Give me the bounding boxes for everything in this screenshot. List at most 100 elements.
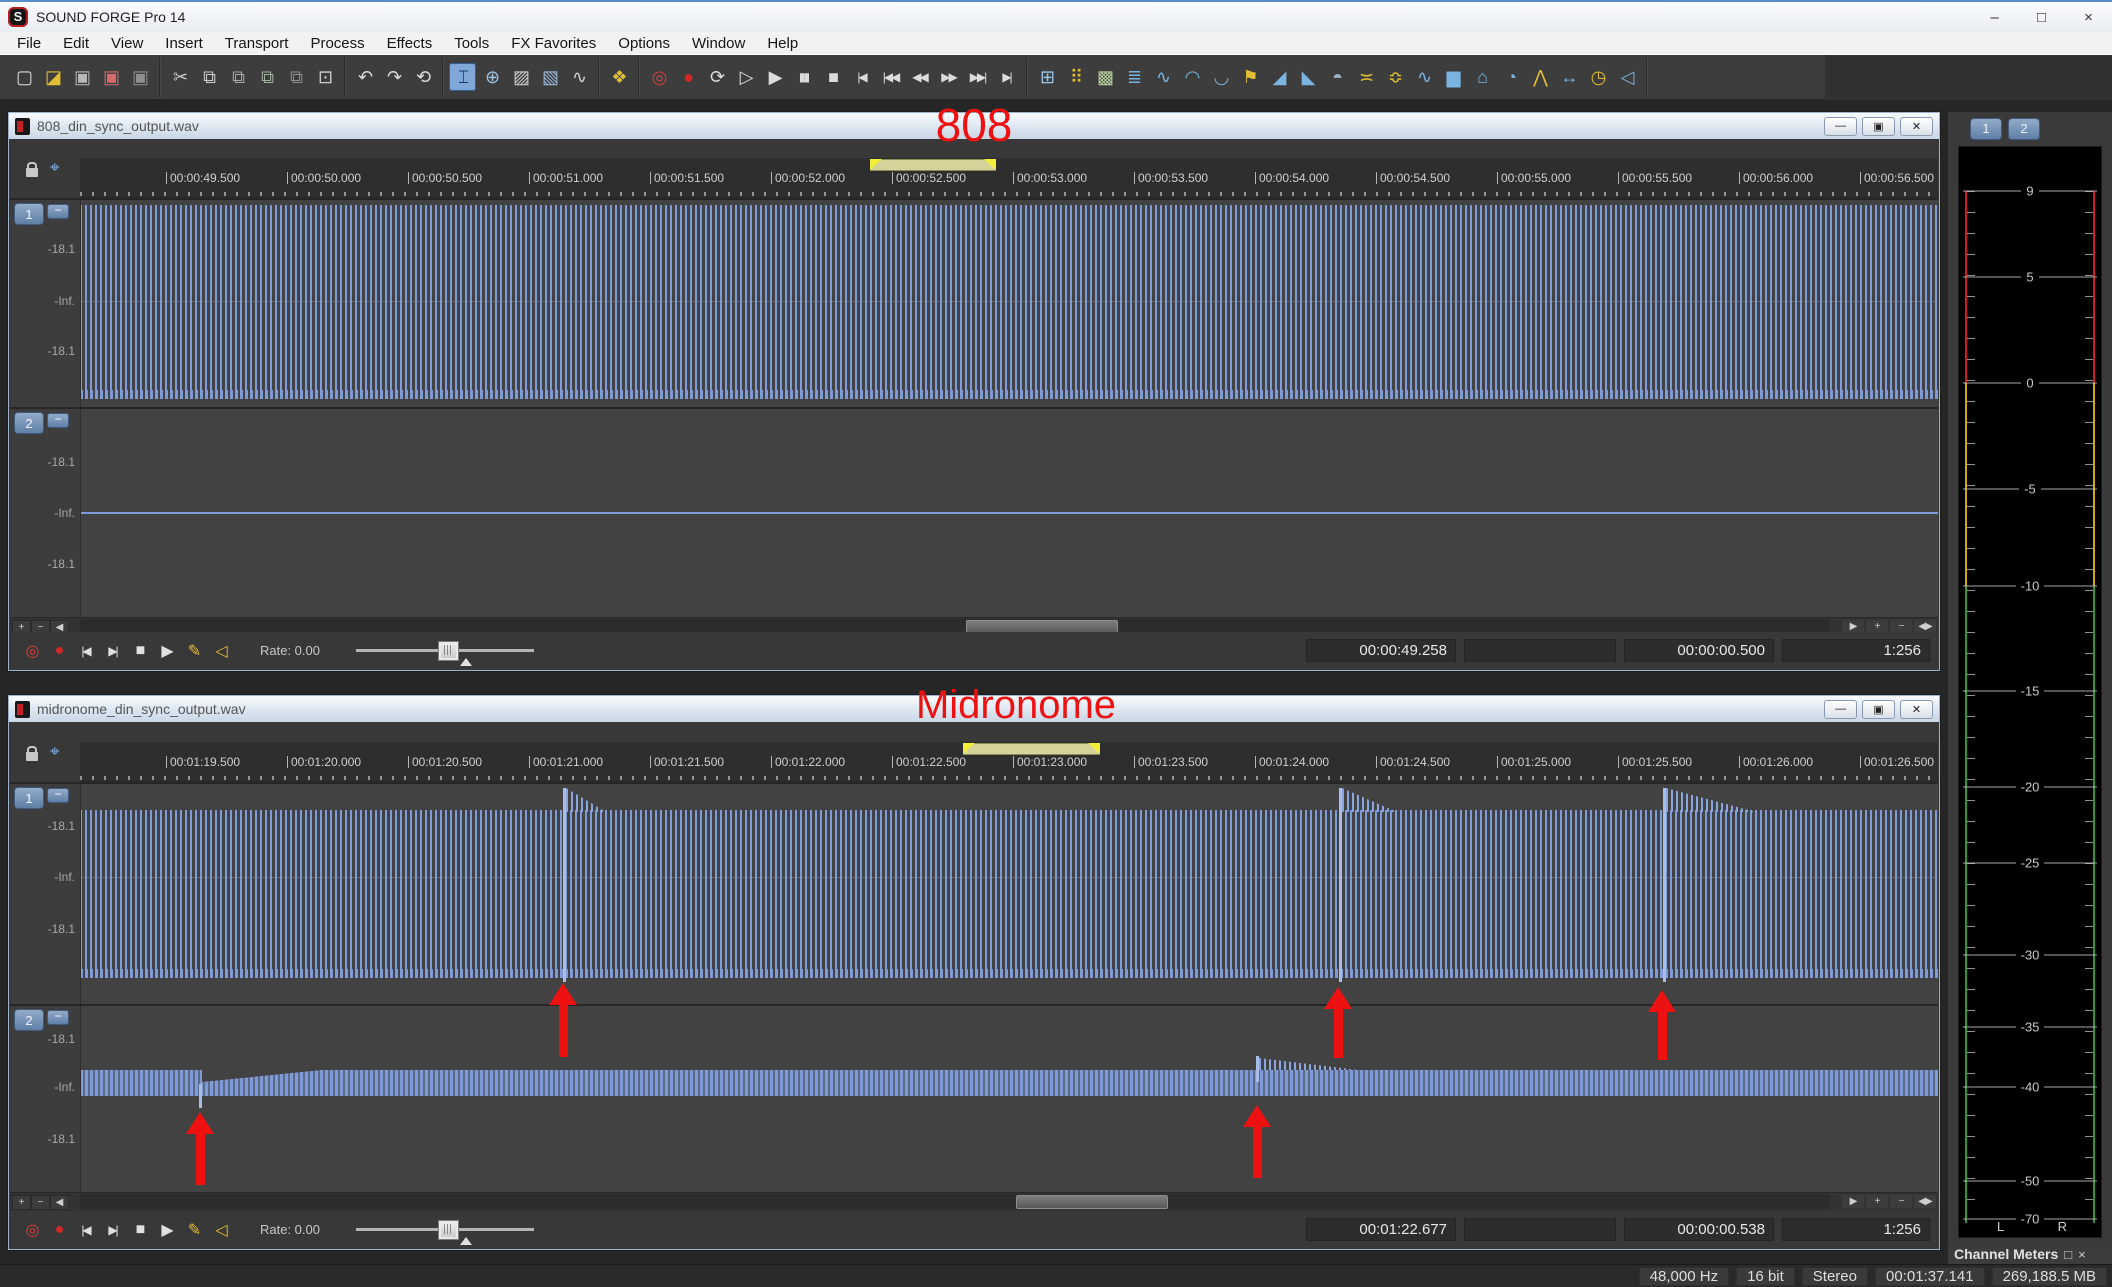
doc1-selection-bar[interactable] [870,159,996,171]
menu-help[interactable]: Help [756,35,809,52]
flag-icon[interactable]: ⚑ [1236,63,1263,91]
doc-audio-event-icon[interactable]: ◁ [207,638,234,663]
cursor-position-field[interactable]: 00:00:49.258 [1306,639,1456,662]
selection-start-field[interactable] [1464,639,1616,662]
open-file-icon[interactable]: ◪ [39,63,66,91]
hzoom-fit-button[interactable]: ◀▶ [1914,1195,1936,1208]
magnify-tool-icon[interactable]: ⊕ [478,63,505,91]
track-collapse-button[interactable]: − [47,788,69,803]
menu-transport[interactable]: Transport [214,35,300,52]
doc-minimize-button[interactable]: — [1824,117,1857,136]
envelope-icon[interactable]: ∿ [1410,63,1437,91]
doc2-time-ruler[interactable]: 00:01:19.50000:01:20.00000:01:20.50000:0… [80,742,1938,782]
scroll-left-button[interactable]: ◀ [50,1195,69,1210]
doc-go-to-end-icon[interactable]: ▶| [99,1217,126,1242]
acoustic-mirror-icon[interactable]: ⌂ [1468,63,1495,91]
compress-icon[interactable]: ≍ [1352,63,1379,91]
envelope-tool-icon[interactable]: ∿ [565,63,592,91]
doc-record-remote-icon[interactable]: ◎ [18,1217,45,1242]
doc-stop-icon[interactable]: ■ [126,1217,153,1242]
graphic-eq-icon[interactable]: ▆ [1439,63,1466,91]
normalize-icon[interactable]: ◓ [1323,63,1350,91]
volume-icon[interactable]: ◁ [1613,63,1640,91]
rate-slider-handle[interactable] [438,1220,459,1240]
doc-restore-button[interactable]: ▣ [1862,117,1895,136]
track-number-button[interactable]: 1 [14,787,44,809]
lock-icon[interactable] [26,752,38,761]
close-panel-icon[interactable]: × [2078,1247,2086,1262]
fade-out-icon[interactable]: ◣ [1294,63,1321,91]
stop-icon[interactable]: ■ [819,63,846,91]
doc-record-remote-icon[interactable]: ◎ [18,638,45,663]
selection-tool-icon[interactable]: ▧ [536,63,563,91]
rewind-icon[interactable]: ◀◀ [906,63,933,91]
forward-icon[interactable]: ▶▶ [935,63,962,91]
track-collapse-button[interactable]: − [47,1010,69,1025]
spectrum-graph-icon[interactable]: ◠ [1178,63,1205,91]
menu-view[interactable]: View [100,35,154,52]
event-tool-icon[interactable]: ▨ [507,63,534,91]
scroll-right-button[interactable]: ▶ [1842,1195,1864,1208]
marker-region-icon[interactable]: ⊞ [1033,63,1060,91]
paste-special-icon[interactable]: ⧉ [282,63,309,91]
doc2-scrollbar[interactable]: + − ◀ ▶ + − ◀▶ [10,1192,1938,1211]
forward-all-icon[interactable]: ▶▶| [964,63,991,91]
doc1-track2-waveform[interactable] [80,409,1938,617]
doc-go-to-start-icon[interactable]: |◀ [72,638,99,663]
marker-edit-icon[interactable]: ⌖ [50,158,60,178]
app-maximize-button[interactable]: □ [2018,2,2065,32]
menu-fx-favorites[interactable]: FX Favorites [500,35,607,52]
menu-options[interactable]: Options [607,35,681,52]
chorus-icon[interactable]: ⠿ [1062,63,1089,91]
trim-crop-icon[interactable]: ⊡ [311,63,338,91]
rate-slider[interactable] [356,1228,534,1231]
zoom-ratio-field[interactable]: 1:256 [1782,639,1930,662]
selection-length-field[interactable]: 00:00:00.500 [1624,639,1774,662]
meter-tab-2[interactable]: 2 [2008,118,2040,140]
doc-audio-event-icon[interactable]: ◁ [207,1217,234,1242]
paste-icon[interactable]: ⧉ [224,63,251,91]
track-number-button[interactable]: 1 [14,203,44,225]
go-to-start-icon[interactable]: |◀ [848,63,875,91]
scrollbar-thumb[interactable] [1016,1195,1168,1209]
rate-slider-handle[interactable] [438,641,459,661]
scrollbar-track[interactable] [80,1194,1830,1209]
plot-icon[interactable]: ◡ [1207,63,1234,91]
menu-window[interactable]: Window [681,35,756,52]
cursor-position-field[interactable]: 00:01:22.677 [1306,1218,1456,1241]
play-icon[interactable]: ▶ [761,63,788,91]
doc2-selection-bar[interactable] [963,743,1100,755]
pitch-shift-icon[interactable]: ⋀ [1526,63,1553,91]
copy-icon[interactable]: ⧉ [195,63,222,91]
menu-edit[interactable]: Edit [52,35,100,52]
snap-tool-icon[interactable]: ❖ [605,63,632,91]
doc-close-button[interactable]: ✕ [1900,700,1933,719]
menu-tools[interactable]: Tools [443,35,500,52]
dock-icon[interactable]: □ [2064,1247,2072,1262]
hzoom-out-button[interactable]: − [1890,1195,1912,1208]
doc-record-icon[interactable]: ● [45,638,72,663]
doc-restore-button[interactable]: ▣ [1862,700,1895,719]
fade-in-icon[interactable]: ◢ [1265,63,1292,91]
doc-go-to-start-icon[interactable]: |◀ [72,1217,99,1242]
record-icon[interactable]: ● [674,63,701,91]
pan-icon[interactable]: ↔ [1555,63,1582,91]
elastic-time-icon[interactable]: ◷ [1584,63,1611,91]
undo-icon[interactable]: ↶ [351,63,378,91]
track-collapse-button[interactable]: − [47,413,69,428]
paste-mix-icon[interactable]: ⧉ [253,63,280,91]
redo-icon[interactable]: ↷ [380,63,407,91]
channel-meters-header[interactable]: Channel Meters □ × [1948,1244,2112,1264]
doc-close-button[interactable]: ✕ [1900,117,1933,136]
zoom-in-button[interactable]: + [12,1195,31,1210]
rate-slider[interactable] [356,649,534,652]
doc-minimize-button[interactable]: — [1824,700,1857,719]
meter-tab-1[interactable]: 1 [1970,118,2002,140]
repeat-icon[interactable]: ⟲ [409,63,436,91]
zoom-out-button[interactable]: − [31,1195,50,1210]
spectrum-analysis-icon[interactable]: ◔ [1497,63,1524,91]
selection-length-field[interactable]: 00:00:00.538 [1624,1218,1774,1241]
pause-icon[interactable]: ▮▮ [790,63,817,91]
go-to-end-icon[interactable]: ▶| [993,63,1020,91]
doc2-track1-waveform[interactable] [80,784,1938,1004]
